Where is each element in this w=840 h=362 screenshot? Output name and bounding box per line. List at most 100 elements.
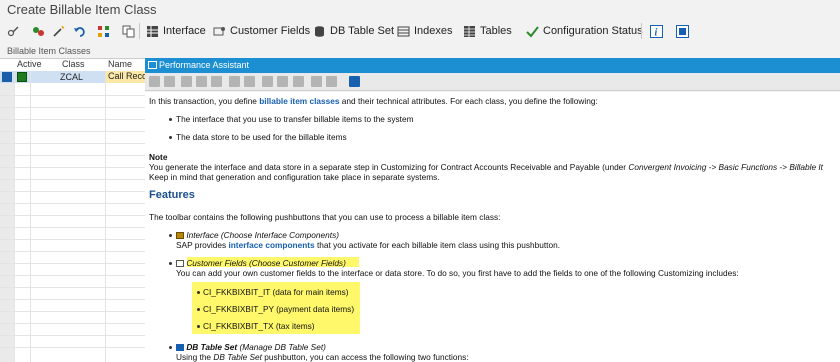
undo-button[interactable] <box>73 20 86 42</box>
back-icon[interactable] <box>149 76 160 87</box>
grid-line <box>0 239 145 240</box>
feature-db-table-set-text-a: Using the <box>176 352 214 362</box>
fields-icon <box>213 26 225 35</box>
forward-icon[interactable] <box>164 76 175 87</box>
hierarchy-button[interactable] <box>97 20 110 42</box>
feature-db-table-set-paren: (Manage DB Table Set) <box>237 342 326 352</box>
other-object-button[interactable] <box>32 20 45 42</box>
layout-button[interactable] <box>676 20 689 42</box>
grid-line <box>0 179 145 180</box>
grid-line <box>0 191 145 192</box>
row-selector[interactable] <box>2 72 12 82</box>
undo-icon <box>74 26 85 37</box>
list-icon[interactable] <box>293 76 304 87</box>
billable-item-classes-link[interactable]: billable item classes <box>259 96 339 106</box>
grid-line <box>30 71 31 362</box>
feature-interface-text: SAP provides interface components that y… <box>176 240 560 250</box>
bullet-icon <box>169 136 172 139</box>
feature-db-table-set-text-b: pushbutton, you can access the following… <box>261 352 469 362</box>
tables-button[interactable]: Tables <box>463 20 512 42</box>
bullet-icon <box>197 325 200 328</box>
grid-line <box>0 215 145 216</box>
grid-line <box>0 131 145 132</box>
find-next-icon[interactable] <box>211 76 222 87</box>
customer-fields-icon <box>176 260 184 268</box>
column-header-class[interactable]: Class <box>62 59 85 71</box>
indexes-button[interactable]: Indexes <box>397 20 453 42</box>
grid-icon <box>147 25 158 37</box>
include-item: CI_FKKBIXBIT_IT (data for main items) <box>203 287 349 297</box>
title-bar: Create Billable Item Class <box>0 0 840 20</box>
check-icon <box>526 25 539 38</box>
grid-line <box>14 71 15 362</box>
printer-icon[interactable] <box>311 76 322 87</box>
column-header-active[interactable]: Active <box>17 59 42 71</box>
grid-line <box>105 71 106 362</box>
grid-line <box>0 347 145 348</box>
row-selector-column <box>0 71 14 362</box>
name-cell[interactable]: Call Record <box>106 71 145 83</box>
grid-line <box>0 143 145 144</box>
display-change-button[interactable] <box>7 20 20 42</box>
grid-line <box>0 119 145 120</box>
active-checkbox[interactable] <box>17 72 27 82</box>
find-icon[interactable] <box>196 76 207 87</box>
bullet-icon <box>169 262 172 265</box>
feature-interface-text-a: SAP provides <box>176 240 229 250</box>
glasses-pencil-icon <box>7 25 19 36</box>
feature-customer-fields-title: Customer Fields (Choose Customer Fields) <box>176 258 346 268</box>
page-title: Create Billable Item Class <box>7 2 157 17</box>
customer-fields-label: Customer Fields <box>230 25 311 37</box>
print-icon[interactable] <box>181 76 192 87</box>
hierarchy-icon <box>98 25 109 37</box>
tables-label: Tables <box>480 25 512 37</box>
settings-icon[interactable] <box>326 76 337 87</box>
bullet-interface: The interface that you use to transfer b… <box>176 114 414 124</box>
close-icon[interactable] <box>349 76 360 87</box>
link-icon[interactable] <box>244 76 255 87</box>
class-cell[interactable]: ZCAL <box>60 72 83 82</box>
grid-line <box>0 335 145 336</box>
db-table-set-label: DB Table Set <box>330 25 395 37</box>
features-intro: The toolbar contains the following pushb… <box>149 212 501 222</box>
table-icon <box>464 25 475 37</box>
feature-db-table-set-name: DB Table Set <box>186 342 238 352</box>
toolbar-separator <box>139 23 140 39</box>
grid-line <box>0 299 145 300</box>
column-header-name[interactable]: Name <box>108 59 132 71</box>
bullet-icon <box>169 118 172 121</box>
info-button[interactable]: i <box>650 20 663 42</box>
customer-fields-button[interactable]: Customer Fields <box>213 20 310 42</box>
configuration-status-button[interactable]: Configuration Status <box>526 20 643 42</box>
billable-item-classes-title: Billable Item Classes <box>7 46 91 56</box>
grid-line <box>0 323 145 324</box>
grid-line <box>0 167 145 168</box>
objects-icon <box>33 26 44 36</box>
calendar-icon[interactable] <box>262 76 273 87</box>
check-button[interactable] <box>52 20 65 42</box>
copy-button[interactable] <box>122 20 135 42</box>
bookmark-icon[interactable] <box>277 76 288 87</box>
copy-icon <box>122 25 135 37</box>
intro-text-a: In this transaction, you define <box>149 96 260 106</box>
edit-icon[interactable] <box>229 76 240 87</box>
performance-assistant-title: Performance Assistant <box>159 60 250 70</box>
layout-icon <box>676 24 689 38</box>
interface-button[interactable]: Interface <box>146 20 206 42</box>
interface-components-link[interactable]: interface components <box>228 240 314 250</box>
performance-assistant-content: In this transaction, you define billable… <box>145 92 840 362</box>
svg-text:i: i <box>655 27 658 38</box>
db-table-set-button[interactable]: DB Table Set <box>313 20 394 42</box>
feature-interface-title: Interface (Choose Interface Components) <box>176 230 339 240</box>
note-line-1: You generate the interface and data stor… <box>149 162 823 172</box>
grid-line <box>0 263 145 264</box>
feature-customer-fields-name: Customer Fields (Choose Customer Fields) <box>186 258 346 268</box>
grid-line <box>0 227 145 228</box>
feature-db-table-set-text-it: DB Table Set <box>213 352 262 362</box>
bullet-icon <box>169 346 172 349</box>
feature-interface-paren: (Choose Interface Components) <box>218 230 339 240</box>
feature-interface-name: Interface <box>186 230 219 240</box>
note-heading: Note <box>149 152 168 162</box>
feature-customer-fields-text: You can add your own customer fields to … <box>176 268 739 278</box>
grid-line <box>0 275 145 276</box>
